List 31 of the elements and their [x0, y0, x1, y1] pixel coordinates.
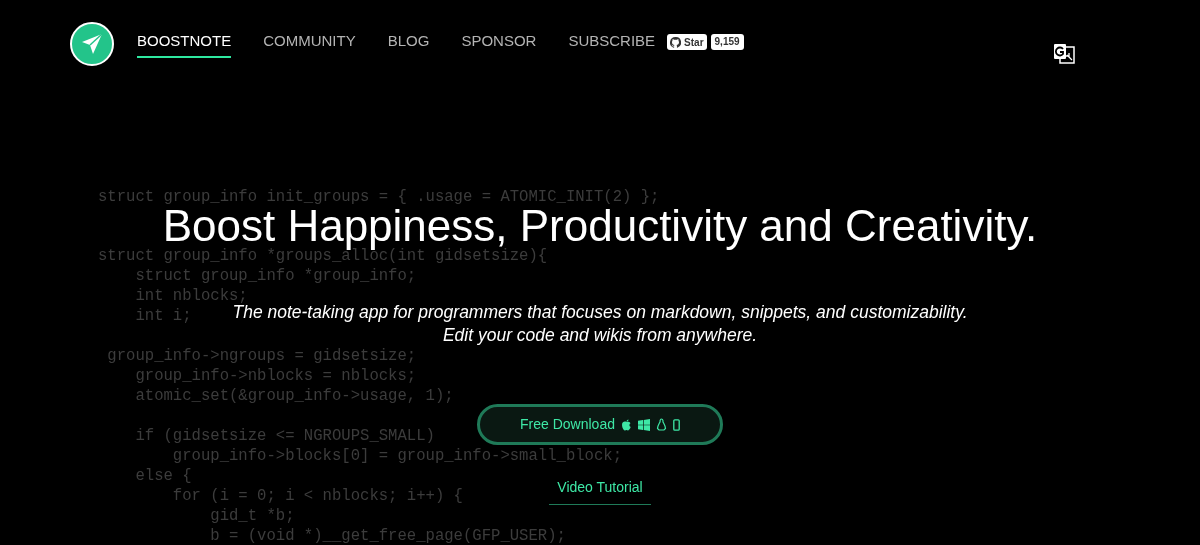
hero-tagline: Edit your code and wikis from anywhere. — [442, 326, 758, 344]
github-star-button[interactable]: Star — [667, 34, 707, 50]
translate-icon[interactable] — [1053, 43, 1075, 65]
code-line: gid_t *b; — [209, 509, 295, 524]
code-line: else { — [134, 469, 192, 484]
code-line: group_info->nblocks = nblocks; — [134, 369, 417, 384]
nav-link[interactable]: SUBSCRIBE — [568, 30, 656, 58]
code-line: for (i = 0; i < nblocks; i++) { — [171, 489, 463, 504]
nav-link[interactable]: SPONSOR — [461, 30, 537, 58]
nav-link[interactable]: COMMUNITY — [263, 30, 356, 58]
github-icon — [670, 36, 682, 48]
code-line: struct group_info *group_info; — [134, 269, 417, 284]
windows-icon — [637, 418, 650, 431]
hero-subtitle: The note-taking app for programmers that focuses on markdown, snippets, and customizability. — [232, 303, 968, 321]
nav-link[interactable]: BOOSTNOTE — [137, 30, 232, 58]
apple-icon — [620, 418, 632, 431]
phone-icon — [672, 418, 680, 431]
code-line: group_info->ngroups = gidsetsize; — [106, 349, 417, 364]
video-tutorial-link[interactable]: Video Tutorial — [549, 477, 651, 505]
code-line: atomic_set(&group_info->usage, 1); — [134, 389, 454, 404]
code-line: struct group_info *groups_alloc(int gidsetsize){ — [98, 249, 548, 264]
star-count[interactable]: 9,159 — [710, 34, 744, 50]
code-line: int nblocks; — [134, 289, 248, 304]
code-line: int i; — [134, 309, 192, 324]
code-line: if (gidsetsize <= NGROUPS_SMALL) — [134, 429, 435, 444]
download-button[interactable]: Free Download — [477, 404, 723, 445]
logo[interactable] — [70, 22, 114, 66]
code-line: b = (void *)__get_free_page(GFP_USER); — [209, 529, 566, 544]
nav-link[interactable]: BLOG — [387, 30, 430, 58]
code-line: group_info->blocks[0] = group_info->small_block; — [171, 449, 623, 464]
code-line: struct group_info init_groups = { .usage = ATOMIC_INIT(2) }; — [98, 190, 660, 205]
